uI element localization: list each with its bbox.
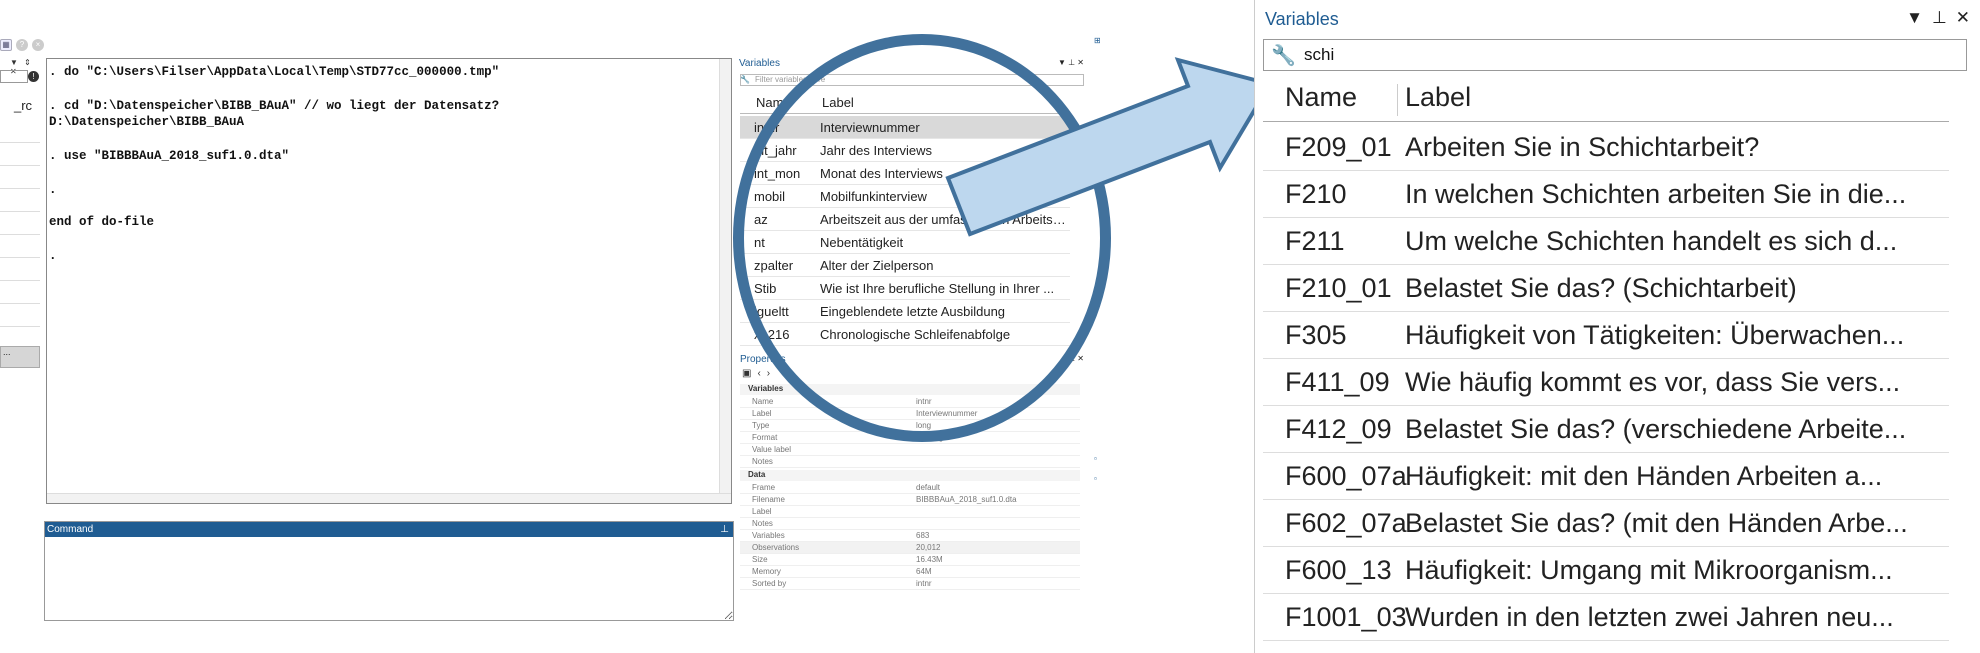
column-header-name[interactable]: Name [756,95,791,110]
table-row[interactable]: zpalter Alter der Zielperson [740,254,1070,277]
list-item[interactable] [0,166,40,189]
results-scrollbar-horizontal[interactable] [47,493,731,503]
help-icon[interactable]: ? [16,39,28,51]
pane-tools-icon[interactable]: ▼ ⊥ ✕ [1058,58,1084,67]
list-item[interactable] [0,304,40,327]
property-row: Filename BIBBBAuA_2018_suf1.0.dta [740,494,1080,506]
table-row[interactable]: F209_01 Arbeiten Sie in Schichtarbeit? [1263,124,1949,171]
list-item[interactable] [0,143,40,166]
property-row: Memory 64M [740,566,1080,578]
properties-pane: Properties ⊥ ✕ ▣‹› Variables Name intnr L… [738,354,1084,616]
table-row[interactable]: intnr Interviewnummer [740,116,1070,139]
table-row[interactable]: F600_13 Häufigkeit: Umgang mit Mikroorgan… [1263,547,1949,594]
plus-icon[interactable]: ⊞ [1094,36,1101,45]
table-row[interactable]: x1216 Chronologische Schleifenabfolge [740,323,1070,346]
property-row: Label [740,506,1080,518]
properties-nav-icons[interactable]: ▣‹› [742,368,776,379]
filter-icon[interactable]: ▼ [1906,8,1923,28]
history-filter-input[interactable] [0,70,28,83]
rc-label: _rc [14,98,33,113]
property-row: Frame default [740,482,1080,494]
table-row[interactable]: lgueltt Eingeblendete letzte Ausbildung [740,300,1070,323]
list-item[interactable] [0,258,40,281]
command-pane: Command ⊥ [44,521,734,621]
table-row[interactable]: F305 Häufigkeit von Tätigkeiten: Überwach… [1263,312,1949,359]
property-row: Variables 683 [740,530,1080,542]
list-item[interactable] [0,212,40,235]
wrench-icon: 🔧 [1271,45,1296,67]
list-item[interactable] [0,120,40,143]
properties-pane-title: Properties [740,354,786,365]
results-line: . cd "D:\Datenspeicher\BIBB_BAuA" // wo … [49,99,500,113]
grid-icon[interactable]: ▦ [0,39,12,51]
variables-filter-input[interactable]: Filter variables here [740,74,1084,86]
results-line: . [49,183,57,197]
variables-search-input[interactable] [1263,39,1967,71]
table-row[interactable]: F211 Um welche Schichten handelt es sich … [1263,218,1949,265]
info-icon[interactable]: ! [28,71,39,82]
results-line: . use "BIBBBAuA_2018_suf1.0.dta" [49,149,290,163]
selected-list-item[interactable]: ... [0,346,40,368]
table-row[interactable]: F210_01 Belastet Sie das? (Schichtarbeit) [1263,265,1949,312]
table-row[interactable]: nt Nebentätigkeit [740,231,1070,254]
marker-icon: ▫ [1094,474,1097,483]
results-line: end of do-file [49,215,155,229]
column-divider[interactable] [1397,84,1398,116]
property-row: Notes [740,456,1080,468]
table-row[interactable]: int_mon Monat des Interviews [740,162,1070,185]
column-header-label[interactable]: Label [822,95,854,110]
list-item[interactable] [0,235,40,258]
close-icon[interactable]: ✕ [1956,8,1970,28]
column-header-label[interactable]: Label [1405,82,1471,113]
properties-group-data[interactable]: Data [740,470,1080,481]
property-row: Value label [740,444,1080,456]
right-edge-strip: ⊞ ▫ ▫ [1090,34,1110,624]
results-scrollbar-vertical[interactable] [719,59,731,503]
variables-table-header: Name Label [740,92,1070,114]
stata-window: ▦ ? × ▼ ⇕ ✕ ! _rc ... . do "C:\Users\Fil… [0,0,1110,621]
table-row[interactable]: F411_09 Wie häufig kommt es vor, dass Sie… [1263,359,1949,406]
pane-toolbar: ▼ ⊥ ✕ [1906,8,1970,28]
command-title: Command [47,524,94,535]
results-line: . do "C:\Users\Filser\AppData\Local\Temp… [49,65,500,79]
list-item[interactable] [0,189,40,212]
variables-pane-title: Variables [739,58,780,69]
window-titlebar-icons: ▦ ? × [0,38,44,52]
pin-icon[interactable]: ⊥ [1932,8,1947,28]
close-circle-icon[interactable]: × [32,39,44,51]
table-row[interactable]: F602_07a Belastet Sie das? (mit den Hände… [1263,500,1949,547]
results-pane: . do "C:\Users\Filser\AppData\Local\Temp… [46,58,732,504]
command-input[interactable] [45,537,733,620]
table-row[interactable]: F1001_03 Wurden in den letzten zwei Jahre… [1263,594,1949,641]
command-header: Command ⊥ [45,522,733,537]
list-item[interactable] [0,281,40,304]
marker-icon: ▫ [1094,454,1097,463]
pin-icon[interactable]: ⊥ [720,522,729,537]
property-row: Label Interviewnummer [740,408,1080,420]
property-row: Notes [740,518,1080,530]
variables-table-header: Name Label [1263,80,1949,122]
variables-pane-small: Variables ▼ ⊥ ✕ 🔧 Filter variables here … [738,58,1084,348]
table-row[interactable]: F210 In welchen Schichten arbeiten Sie in… [1263,171,1949,218]
properties-group-variables[interactable]: Variables [740,384,1080,395]
variables-pane-zoomed: Variables ▼ ⊥ ✕ 🔧 Name Label F209_01Arbe… [1254,0,1980,653]
pane-tools-icon[interactable]: ⊥ ✕ [1068,354,1084,363]
property-row: Sorted by intnr [740,578,1080,590]
property-row: Observations 20,012 [740,542,1080,554]
table-row[interactable]: F412_09 Belastet Sie das? (verschiedene A… [1263,406,1949,453]
property-row: Name intnr [740,396,1080,408]
property-row: Size 16.43M [740,554,1080,566]
results-line: . [49,249,57,263]
column-header-name[interactable]: Name [1285,82,1357,113]
table-row[interactable]: F600_07a Häufigkeit: mit den Händen Arbei… [1263,453,1949,500]
table-row[interactable]: Stib Wie ist Ihre berufliche Stellung in … [740,277,1070,300]
table-row[interactable]: az Arbeitszeit aus der umfassenden Arbeit… [740,208,1070,231]
variables-pane-title: Variables [1265,9,1339,29]
property-row: Type long [740,420,1080,432]
table-row[interactable]: mobil Mobilfunkinterview [740,185,1070,208]
table-row[interactable]: int_jahr Jahr des Interviews [740,139,1070,162]
property-row: Format %12.0g [740,432,1080,444]
results-line: D:\Datenspeicher\BIBB_BAuA [49,115,245,129]
history-pane: ▼ ⇕ ✕ ! _rc ... [0,56,42,376]
